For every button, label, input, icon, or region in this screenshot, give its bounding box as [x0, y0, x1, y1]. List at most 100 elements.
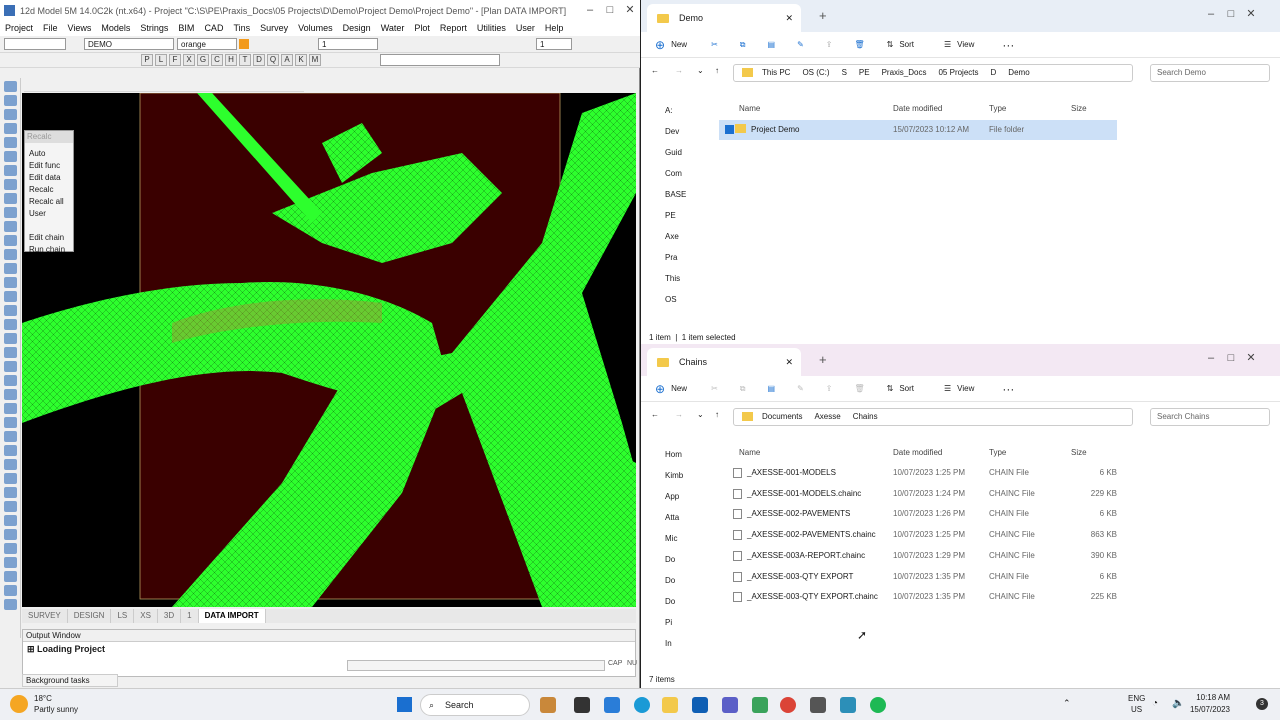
nav-item[interactable]: Dev — [641, 121, 703, 142]
nav-item[interactable]: In — [641, 633, 703, 654]
col-name[interactable]: Name — [739, 448, 760, 457]
nav-item[interactable]: A: — [641, 100, 703, 121]
nav-item[interactable]: OS — [641, 289, 703, 310]
menu-item-strings[interactable]: Strings — [135, 21, 173, 36]
tool-icon[interactable] — [4, 179, 17, 190]
col-type[interactable]: Type — [989, 104, 1006, 113]
menu-item-tins[interactable]: Tins — [228, 21, 255, 36]
tool-icon[interactable] — [4, 193, 17, 204]
tool-icon[interactable] — [4, 137, 17, 148]
table-row[interactable]: _AXESSE-003-QTY EXPORT.chainc 10/07/2023 … — [719, 587, 1117, 607]
menu-item-bim[interactable]: BIM — [173, 21, 199, 36]
tool-icon[interactable] — [4, 165, 17, 176]
breadcrumb-item[interactable]: PE — [859, 68, 870, 77]
table-row[interactable]: _AXESSE-003-QTY EXPORT 10/07/2023 1:35 PM… — [719, 567, 1117, 587]
breadcrumb-item[interactable]: 05 Projects — [938, 68, 978, 77]
recalc-menu-item[interactable]: Auto — [27, 148, 71, 160]
tool-icon[interactable] — [4, 557, 17, 568]
breadcrumb-item[interactable]: Praxis_Docs — [882, 68, 927, 77]
tool-icon[interactable] — [4, 277, 17, 288]
menu-item-survey[interactable]: Survey — [255, 21, 293, 36]
menu-item-file[interactable]: File — [38, 21, 63, 36]
recalc-menu-item[interactable]: Edit data — [27, 172, 71, 184]
view-tab[interactable]: DESIGN — [68, 609, 112, 623]
notification-badge[interactable]: 3 — [1256, 698, 1268, 710]
start-icon[interactable] — [397, 697, 412, 712]
region[interactable]: US — [1131, 705, 1142, 714]
table-row[interactable]: _AXESSE-002-PAVEMENTS 10/07/2023 1:26 PM C… — [719, 504, 1117, 524]
menu-item-report[interactable]: Report — [435, 21, 472, 36]
minimize-icon[interactable]: – — [580, 0, 600, 21]
nav-item[interactable]: This — [641, 268, 703, 289]
nav-item[interactable]: Hom — [641, 444, 703, 465]
view-button[interactable]: View — [957, 384, 974, 393]
filter-button-c[interactable]: C — [211, 54, 223, 66]
tool-icon[interactable] — [4, 515, 17, 526]
tool-icon[interactable] — [4, 487, 17, 498]
tool-icon[interactable] — [4, 249, 17, 260]
new-tab-icon[interactable]: + — [819, 8, 827, 23]
back-icon[interactable]: ← — [651, 410, 659, 419]
tab-demo[interactable]: Demo ✕ — [647, 4, 801, 32]
delete-icon[interactable]: 🗑 — [854, 384, 864, 393]
nav-item[interactable]: Kimb — [641, 465, 703, 486]
more-icon[interactable]: ··· — [1002, 382, 1014, 396]
copy-icon[interactable]: ⧉ — [740, 40, 746, 50]
chrome-icon[interactable] — [780, 697, 796, 713]
nav-item[interactable]: Axe — [641, 226, 703, 247]
nav-item[interactable]: Guid — [641, 142, 703, 163]
checkbox[interactable] — [725, 125, 734, 134]
outlook-icon[interactable] — [692, 697, 708, 713]
filter-button-m[interactable]: M — [309, 54, 321, 66]
tool-icon[interactable] — [4, 263, 17, 274]
close-tab-icon[interactable]: ✕ — [785, 13, 793, 24]
command-field[interactable] — [380, 54, 500, 66]
tool-icon[interactable] — [4, 389, 17, 400]
filter-button-h[interactable]: H — [225, 54, 237, 66]
taskbar-app-icon[interactable] — [752, 697, 768, 713]
tool-icon[interactable] — [4, 235, 17, 246]
col-name[interactable]: Name — [739, 104, 760, 113]
col-date[interactable]: Date modified — [893, 104, 942, 113]
tool-icon[interactable] — [4, 599, 17, 610]
file-explorer-icon[interactable] — [662, 697, 678, 713]
table-row[interactable]: _AXESSE-002-PAVEMENTS.chainc 10/07/2023 1… — [719, 525, 1117, 545]
new-button[interactable]: New — [671, 384, 687, 393]
wifi-icon[interactable]: ◔ — [1152, 698, 1158, 709]
paste-icon[interactable]: ▤ — [768, 40, 776, 49]
tool-icon[interactable] — [4, 221, 17, 232]
menu-item-help[interactable]: Help — [540, 21, 569, 36]
tool-icon[interactable] — [4, 403, 17, 414]
taskbar-app-icon[interactable] — [574, 697, 590, 713]
breadcrumb[interactable]: This PC OS (C:) S PE Praxis_Docs 05 Projects D… — [733, 64, 1133, 82]
close-tab-icon[interactable]: ✕ — [785, 357, 793, 368]
breadcrumb-item[interactable]: Chains — [853, 412, 878, 421]
recalc-menu-item[interactable]: User — [27, 208, 71, 220]
breadcrumb-item[interactable]: Demo — [1008, 68, 1029, 77]
nav-item[interactable]: PE — [641, 205, 703, 226]
table-row[interactable]: _AXESSE-001-MODELS.chainc 10/07/2023 1:24… — [719, 484, 1117, 504]
maximize-icon[interactable]: □ — [1221, 348, 1241, 369]
filter-button-g[interactable]: G — [197, 54, 209, 66]
down-icon[interactable]: ⌄ — [697, 410, 704, 419]
col-size[interactable]: Size — [1071, 104, 1087, 113]
close-icon[interactable]: ✕ — [1241, 4, 1261, 25]
col-size[interactable]: Size — [1071, 448, 1087, 457]
tool-icon[interactable] — [4, 543, 17, 554]
close-icon[interactable]: ✕ — [620, 0, 640, 21]
nav-item[interactable]: Do — [641, 549, 703, 570]
minimize-icon[interactable]: – — [1201, 348, 1221, 369]
close-icon[interactable]: ✕ — [1241, 348, 1261, 369]
view-tab[interactable]: DATA IMPORT — [198, 609, 266, 623]
menu-item-models[interactable]: Models — [96, 21, 135, 36]
filter-button-k[interactable]: K — [295, 54, 307, 66]
tool-icon[interactable] — [4, 529, 17, 540]
col-type[interactable]: Type — [989, 448, 1006, 457]
tool-icon[interactable] — [4, 445, 17, 456]
model-field[interactable]: DEMO — [84, 38, 174, 50]
taskbar-app-icon[interactable] — [840, 697, 856, 713]
nav-item[interactable]: App — [641, 486, 703, 507]
layer-field[interactable] — [4, 38, 66, 50]
nav-item[interactable]: Do — [641, 591, 703, 612]
rename-icon[interactable]: ✎ — [797, 40, 804, 49]
